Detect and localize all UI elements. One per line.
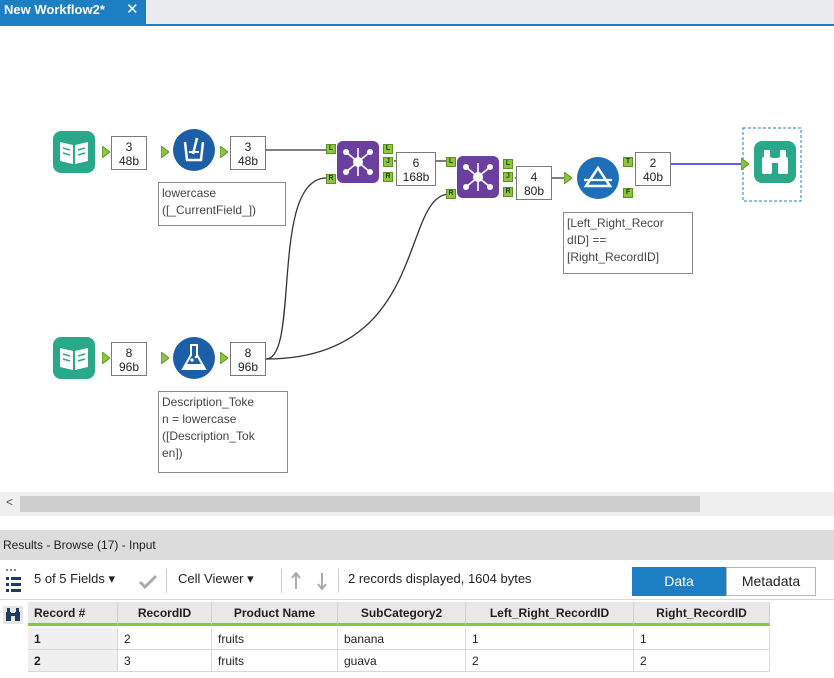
table-cell[interactable]: 2 <box>466 650 634 672</box>
join-tool-1[interactable] <box>336 140 380 184</box>
filter-annotation: [Left_Right_Recor dID] == [Right_RecordI… <box>563 212 693 274</box>
column-header[interactable]: Left_Right_RecordID <box>466 602 634 626</box>
filter-tool[interactable] <box>576 156 620 200</box>
record-count-box: 2 40b <box>635 152 671 186</box>
tab-bar: New Workflow2* ✕ <box>0 0 834 24</box>
results-panel-title: Results - Browse (17) - Input <box>0 530 834 560</box>
join2-join-output-anchor[interactable]: J <box>503 172 513 182</box>
arrow-down-icon[interactable] <box>316 572 328 590</box>
column-header[interactable]: RecordID <box>118 602 212 626</box>
join1-left-input-anchor[interactable]: L <box>326 144 336 154</box>
record-count-box: 8 96b <box>230 342 266 376</box>
results-toolbar: 5 of 5 Fields ▾ Cell Viewer ▾ 2 records … <box>0 563 834 600</box>
input-anchor[interactable] <box>563 171 573 185</box>
table-cell[interactable]: fruits <box>212 650 338 672</box>
checkmark-icon[interactable] <box>138 574 158 590</box>
data-view-button[interactable]: Data <box>632 567 726 596</box>
arrow-up-icon[interactable] <box>290 572 302 590</box>
column-header[interactable]: Record # <box>28 602 118 626</box>
join2-right-input-anchor[interactable]: R <box>446 189 456 199</box>
book-icon <box>53 337 95 379</box>
input-anchor[interactable] <box>740 157 750 171</box>
browse-tool[interactable] <box>753 140 797 184</box>
join1-left-output-anchor[interactable]: L <box>383 144 393 154</box>
records-status: 2 records displayed, 1604 bytes <box>348 571 532 586</box>
row-number[interactable]: 2 <box>28 650 118 672</box>
multi-field-formula-tool[interactable] <box>172 128 216 172</box>
input-data-tool-1[interactable] <box>52 130 96 174</box>
row-number[interactable]: 1 <box>28 628 118 650</box>
connection-wires <box>103 127 802 360</box>
join2-left-output-anchor[interactable]: L <box>503 159 513 169</box>
table-cell[interactable]: 1 <box>466 628 634 650</box>
scroll-left-arrow[interactable]: < <box>6 495 13 509</box>
table-cell[interactable]: guava <box>338 650 466 672</box>
toolbar-separator <box>338 569 339 593</box>
output-anchor[interactable] <box>219 351 229 365</box>
table-cell[interactable]: 1 <box>634 628 770 650</box>
scrollbar-thumb[interactable] <box>20 496 700 512</box>
record-count-box: 6 168b <box>396 152 436 186</box>
toolbar-separator <box>281 569 282 593</box>
input-data-tool-2[interactable] <box>52 336 96 380</box>
filter-true-anchor[interactable]: T <box>623 157 633 167</box>
fields-dropdown[interactable]: 5 of 5 Fields ▾ <box>34 571 115 587</box>
input-anchor[interactable] <box>160 145 170 159</box>
join1-right-output-anchor[interactable]: R <box>383 172 393 182</box>
metadata-view-button[interactable]: Metadata <box>726 567 816 596</box>
join2-left-input-anchor[interactable]: L <box>446 157 456 167</box>
tab-title: New Workflow2* <box>4 2 105 17</box>
formula-tool[interactable] <box>172 336 216 380</box>
table-cell[interactable]: 2 <box>634 650 770 672</box>
record-count-box: 8 96b <box>111 342 147 376</box>
output-anchor[interactable] <box>219 145 229 159</box>
record-count-box: 3 48b <box>230 136 266 170</box>
cell-viewer-dropdown[interactable]: Cell Viewer ▾ <box>178 571 254 587</box>
close-icon[interactable]: ✕ <box>126 0 139 20</box>
tab-new-workflow2[interactable]: New Workflow2* ✕ <box>0 0 146 24</box>
join-tool-2[interactable] <box>456 155 500 199</box>
table-cell[interactable]: banana <box>338 628 466 650</box>
binoculars-icon <box>3 606 23 624</box>
formula1-annotation: lowercase ([_CurrentField_]) <box>158 182 286 226</box>
filter-false-anchor[interactable]: F <box>623 188 633 198</box>
column-header[interactable]: SubCategory2 <box>338 602 466 626</box>
fields-list-icon[interactable] <box>3 567 23 595</box>
table-cell[interactable]: fruits <box>212 628 338 650</box>
column-header[interactable]: Product Name <box>212 602 338 626</box>
record-count-box: 4 80b <box>516 166 552 200</box>
output-anchor[interactable] <box>101 145 111 159</box>
column-header[interactable]: Right_RecordID <box>634 602 770 626</box>
flask-icon <box>173 337 215 379</box>
record-count-box: 3 48b <box>111 136 147 170</box>
join2-right-output-anchor[interactable]: R <box>503 187 513 197</box>
workflow-canvas[interactable]: 3 48b 3 48b lowercase ([_CurrentField_]) L… <box>0 26 834 492</box>
wire-formula2-join2 <box>265 193 451 360</box>
formula2-annotation: Description_Toke n = lowercase ([Descrip… <box>158 391 288 473</box>
input-anchor[interactable] <box>160 351 170 365</box>
join-icon <box>337 141 379 183</box>
canvas-horizontal-scrollbar[interactable]: < <box>0 492 834 516</box>
formula-icon <box>173 129 215 171</box>
table-cell[interactable]: 2 <box>118 628 212 650</box>
book-icon <box>53 131 95 173</box>
output-anchor[interactable] <box>101 351 111 365</box>
table-cell[interactable]: 3 <box>118 650 212 672</box>
join1-join-output-anchor[interactable]: J <box>383 157 393 167</box>
join1-right-input-anchor[interactable]: R <box>326 174 336 184</box>
toolbar-separator <box>166 569 167 593</box>
binoculars-icon <box>754 141 796 183</box>
filter-icon <box>577 157 619 199</box>
join-icon <box>457 156 499 198</box>
